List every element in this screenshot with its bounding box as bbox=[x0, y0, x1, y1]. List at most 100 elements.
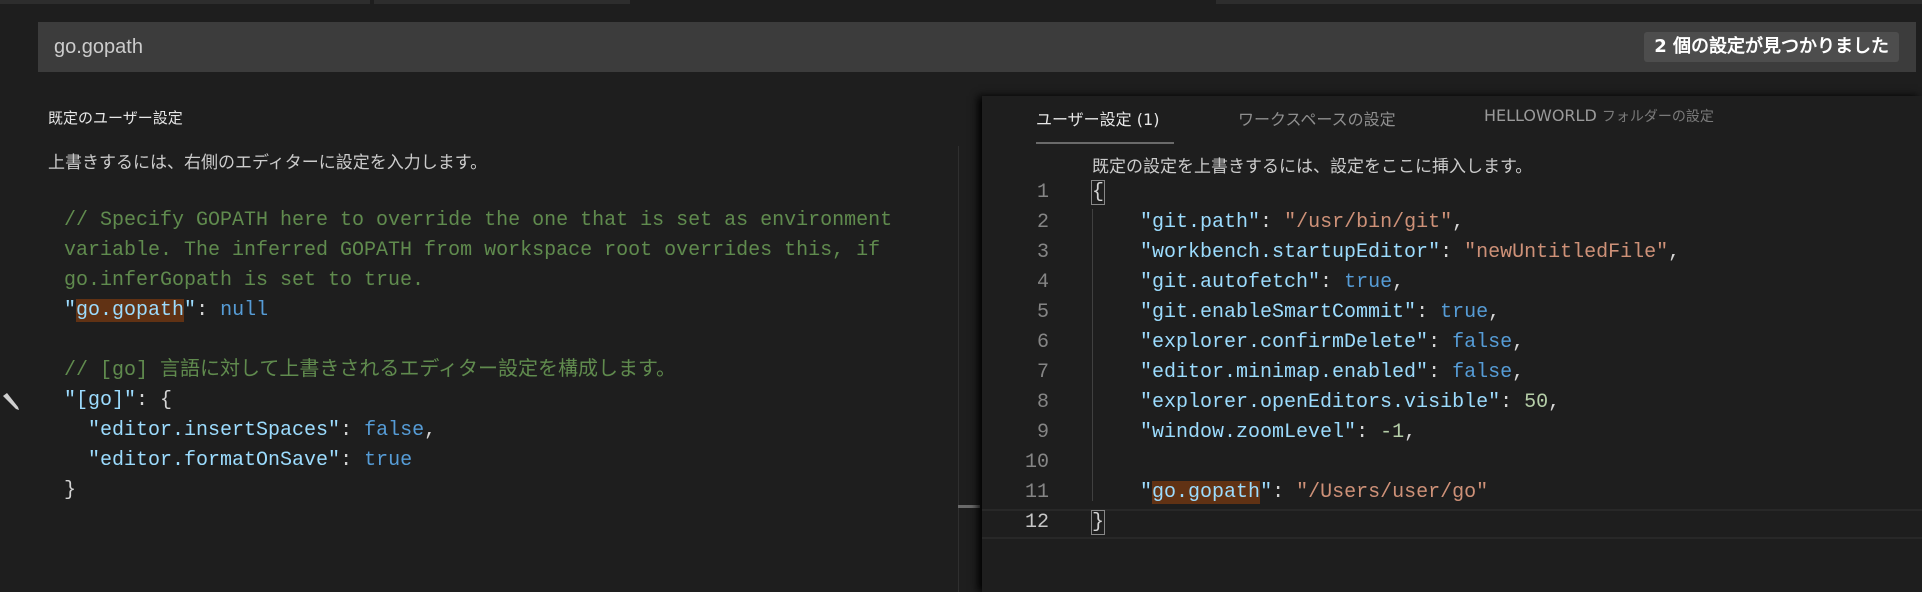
user-settings-panel: ユーザー設定 (1) ワークスペースの設定 HELLOWORLD フォルダーの設… bbox=[982, 96, 1922, 592]
code-line: // Specify GOPATH here to override the o… bbox=[64, 206, 892, 236]
code-token: : bbox=[196, 299, 221, 322]
code-token: go.inferGopath is set to true. bbox=[64, 269, 425, 292]
code-line: go.inferGopath is set to true. bbox=[64, 266, 424, 296]
code-line: "window.zoomLevel": -1, bbox=[1092, 418, 1416, 448]
editor-tab[interactable] bbox=[1216, 0, 1922, 4]
code-token: , bbox=[1392, 271, 1405, 294]
code-token: false bbox=[1452, 331, 1513, 354]
code-token: false bbox=[1452, 361, 1513, 384]
left-scrollbar[interactable] bbox=[958, 146, 959, 592]
code-token: : bbox=[1500, 391, 1525, 414]
code-line: "workbench.startupEditor": "newUntitledF… bbox=[1092, 238, 1680, 268]
code-token: "editor.formatOnSave" bbox=[88, 449, 341, 472]
code-token: "editor.minimap.enabled" bbox=[1140, 361, 1429, 384]
line-number: 4 bbox=[1036, 271, 1049, 294]
code-line: "editor.formatOnSave": true bbox=[64, 446, 412, 476]
line-number: 10 bbox=[1024, 451, 1049, 474]
code-line: // [go] 言語に対して上書きされるエディター設定を構成します。 bbox=[64, 356, 676, 386]
code-token: // Specify GOPATH here to override the o… bbox=[64, 209, 893, 232]
code-line: "git.path": "/usr/bin/git", bbox=[1092, 208, 1464, 238]
code-line: } bbox=[64, 476, 76, 506]
line-number: 11 bbox=[1024, 481, 1049, 504]
code-token: } bbox=[1090, 510, 1106, 535]
tab-folder-settings[interactable]: HELLOWORLD フォルダーの設定 bbox=[1484, 106, 1714, 126]
code-token: : bbox=[1272, 481, 1297, 504]
code-token: : bbox=[1416, 301, 1441, 324]
code-token: true bbox=[1344, 271, 1393, 294]
code-token: " bbox=[1140, 481, 1153, 504]
default-settings-description: 上書きするには、右側のエディターに設定を入力します。 bbox=[48, 153, 488, 173]
line-number: 9 bbox=[1036, 421, 1049, 444]
editor-tab-strip bbox=[0, 0, 1922, 4]
code-token: } bbox=[64, 479, 77, 502]
tab-user-settings[interactable]: ユーザー設定 (1) bbox=[1036, 106, 1159, 130]
current-line-highlight bbox=[982, 509, 1922, 539]
code-token: null bbox=[220, 299, 269, 322]
line-number: 6 bbox=[1036, 331, 1049, 354]
code-token: false bbox=[364, 419, 425, 442]
tab-workspace-settings[interactable]: ワークスペースの設定 bbox=[1238, 106, 1396, 130]
code-token: , bbox=[1404, 421, 1417, 444]
code-token: : bbox=[1260, 211, 1285, 234]
code-token: : bbox=[340, 449, 365, 472]
code-token: : bbox=[1428, 331, 1453, 354]
code-token: "explorer.openEditors.visible" bbox=[1140, 391, 1501, 414]
code-token: , bbox=[1512, 331, 1525, 354]
code-token: , bbox=[1668, 241, 1681, 264]
code-token: : bbox=[1440, 241, 1465, 264]
code-token: "newUntitledFile" bbox=[1464, 241, 1669, 264]
code-line: "editor.insertSpaces": false, bbox=[64, 416, 436, 446]
code-token: "git.autofetch" bbox=[1140, 271, 1321, 294]
code-token: , bbox=[1488, 301, 1501, 324]
editor-tab[interactable] bbox=[0, 0, 370, 4]
code-token: "explorer.confirmDelete" bbox=[1140, 331, 1429, 354]
code-token: { bbox=[1090, 180, 1106, 205]
left-scrollbar-slider[interactable] bbox=[958, 505, 980, 508]
code-line: "explorer.openEditors.visible": 50, bbox=[1092, 388, 1560, 418]
default-settings-header: 既定のユーザー設定 bbox=[48, 109, 183, 127]
code-token: "window.zoomLevel" bbox=[1140, 421, 1357, 444]
code-token: "/usr/bin/git" bbox=[1284, 211, 1453, 234]
code-line: "git.enableSmartCommit": true, bbox=[1092, 298, 1500, 328]
code-token: "/Users/user/go" bbox=[1296, 481, 1489, 504]
code-line: "go.gopath": null bbox=[64, 296, 268, 326]
settings-search-input[interactable] bbox=[54, 22, 1554, 72]
code-token: go.gopath bbox=[1152, 481, 1261, 504]
code-token: true bbox=[1440, 301, 1489, 324]
code-line: "[go]": { bbox=[64, 386, 172, 416]
user-settings-description: 既定の設定を上書きするには、設定をここに挿入します。 bbox=[1092, 157, 1533, 177]
code-token: : bbox=[1428, 361, 1453, 384]
code-token: "git.path" bbox=[1140, 211, 1261, 234]
code-line: { bbox=[1090, 178, 1106, 208]
code-token: " bbox=[184, 299, 197, 322]
code-line: variable. The inferred GOPATH from works… bbox=[64, 236, 880, 266]
code-token: "[go]" bbox=[64, 389, 137, 412]
code-token: : bbox=[340, 419, 365, 442]
code-token: // [go] 言語に対して上書きされるエディター設定を構成します。 bbox=[64, 359, 677, 382]
code-token: -1 bbox=[1380, 421, 1405, 444]
line-number: 12 bbox=[1024, 511, 1049, 534]
folder-name: HELLOWORLD bbox=[1484, 106, 1597, 125]
code-token: "workbench.startupEditor" bbox=[1140, 241, 1441, 264]
line-number: 1 bbox=[1036, 181, 1049, 204]
editor-tab[interactable] bbox=[374, 0, 630, 4]
code-line: } bbox=[1090, 508, 1106, 538]
code-token: variable. The inferred GOPATH from works… bbox=[64, 239, 881, 262]
code-line: "git.autofetch": true, bbox=[1092, 268, 1404, 298]
line-number: 5 bbox=[1036, 301, 1049, 324]
code-token: 50 bbox=[1524, 391, 1549, 414]
edit-pencil-icon[interactable] bbox=[0, 390, 22, 412]
code-token: , bbox=[424, 419, 437, 442]
code-token: go.gopath bbox=[76, 299, 185, 322]
code-token: " bbox=[1260, 481, 1273, 504]
line-number: 7 bbox=[1036, 361, 1049, 384]
code-token: , bbox=[1512, 361, 1525, 384]
result-count-badge: 2 個の設定が見つかりました bbox=[1644, 32, 1899, 62]
